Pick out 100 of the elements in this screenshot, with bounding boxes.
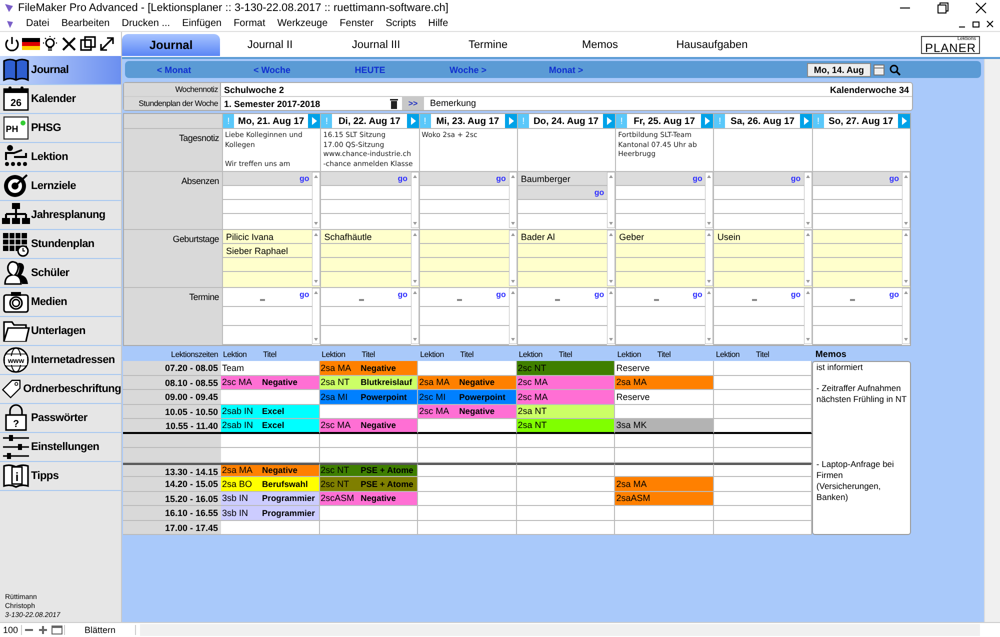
scroll-bar[interactable]	[312, 172, 320, 228]
window-icon[interactable]	[50, 624, 64, 636]
lesson-cell[interactable]: 2sc MA Negative	[418, 404, 517, 419]
lesson-cell[interactable]: 3sb IN Programmier	[221, 506, 320, 520]
sidebar-item[interactable]: Jahresplanung	[0, 201, 121, 230]
sidebar-item[interactable]: Medien	[0, 288, 121, 317]
go-link[interactable]: go	[398, 290, 408, 299]
lesson-cell[interactable]	[615, 506, 714, 520]
close-icon[interactable]	[60, 35, 78, 53]
close-icon[interactable]	[984, 18, 996, 30]
lesson-cell[interactable]: 2sc MA Negative	[320, 419, 418, 434]
lesson-cell[interactable]	[221, 520, 320, 535]
go-link[interactable]: go	[889, 174, 899, 183]
lesson-cell[interactable]	[418, 520, 517, 535]
lesson-cell[interactable]	[615, 434, 714, 448]
lesson-cell[interactable]: 2sa MA Negative	[320, 361, 418, 376]
lesson-cell[interactable]	[714, 477, 812, 492]
flag-icon[interactable]	[22, 37, 40, 51]
scroll-bar[interactable]	[902, 288, 910, 344]
lesson-cell[interactable]: 2sa NT	[516, 419, 616, 434]
lesson-cell[interactable]	[418, 361, 517, 376]
scroll-bar[interactable]	[705, 288, 714, 344]
play-icon[interactable]	[406, 114, 419, 128]
menu-item[interactable]: Scripts	[386, 18, 416, 29]
lesson-cell[interactable]	[714, 404, 812, 419]
go-link[interactable]: go	[496, 290, 506, 299]
lesson-cell[interactable]	[516, 520, 616, 535]
lesson-cell[interactable]	[714, 434, 812, 448]
go-link[interactable]: go	[594, 188, 604, 197]
sidebar-item[interactable]: Stundenplan	[0, 230, 121, 259]
lesson-cell[interactable]: 2sa MA Negative	[418, 376, 517, 390]
lesson-cell[interactable]	[615, 404, 714, 419]
lesson-cell[interactable]	[714, 361, 812, 376]
lesson-cell[interactable]	[516, 448, 616, 462]
lesson-cell[interactable]	[418, 477, 517, 492]
lesson-cell[interactable]	[714, 390, 812, 404]
lesson-cell[interactable]	[418, 448, 517, 462]
lesson-cell[interactable]: 2sa MA Negative	[221, 462, 320, 477]
scroll-bar[interactable]	[705, 230, 714, 286]
date-field[interactable]: Mo, 14. Aug	[806, 62, 871, 76]
scroll-bar[interactable]	[705, 172, 714, 228]
lesson-cell[interactable]	[418, 506, 517, 520]
lesson-cell[interactable]	[221, 434, 320, 448]
scroll-bar[interactable]	[312, 288, 320, 344]
go-link[interactable]: go	[692, 290, 702, 299]
lesson-cell[interactable]	[418, 462, 517, 477]
mode-field[interactable]: Blättern	[64, 625, 136, 635]
sidebar-item[interactable]: Ordnerbeschriftung	[0, 375, 121, 404]
menu-item[interactable]: Format	[234, 18, 266, 29]
tab[interactable]: Termine	[432, 34, 544, 56]
go-link[interactable]: go	[398, 174, 408, 183]
lesson-cell[interactable]: 3sa MK	[615, 419, 714, 434]
search-icon[interactable]	[889, 64, 901, 76]
lesson-cell[interactable]: 3sb IN Programmier	[221, 492, 320, 506]
lesson-cell[interactable]	[221, 448, 320, 462]
lesson-cell[interactable]	[418, 419, 517, 434]
lesson-cell[interactable]	[615, 448, 714, 462]
calendar-icon[interactable]	[873, 64, 885, 76]
scroll-bar[interactable]	[804, 288, 812, 344]
tab[interactable]: Hausaufgaben	[656, 34, 768, 56]
lesson-cell[interactable]: 2sa MI Powerpoint	[320, 390, 418, 404]
lesson-cell[interactable]: 2sa NT Blutkreislauf	[320, 376, 418, 390]
lesson-cell[interactable]: Team	[221, 361, 320, 376]
scroll-bar[interactable]	[607, 230, 616, 286]
lesson-cell[interactable]	[516, 477, 616, 492]
menu-item[interactable]: Fenster	[340, 18, 374, 29]
play-icon[interactable]	[504, 114, 517, 128]
sidebar-item[interactable]: Lektion	[0, 143, 121, 172]
scroll-bar[interactable]	[508, 288, 517, 344]
lesson-cell[interactable]	[714, 419, 812, 434]
lesson-cell[interactable]	[418, 492, 517, 506]
sidebar-item[interactable]: 26 Kalender	[0, 85, 121, 114]
lesson-cell[interactable]	[320, 506, 418, 520]
go-link[interactable]: go	[300, 290, 310, 299]
scroll-bar[interactable]	[607, 172, 616, 228]
memo-box[interactable]: ist informiert - Zeitraffer Aufnahmen nächsten Frühling in NT - Laptop-Anfrage bei Firmen (Versicherungen, Banken)	[812, 361, 911, 535]
lesson-cell[interactable]	[714, 462, 812, 477]
menu-item[interactable]: Bearbeiten	[61, 18, 110, 29]
go-link[interactable]: go	[594, 290, 604, 299]
lesson-cell[interactable]	[714, 448, 812, 462]
play-icon[interactable]	[898, 114, 910, 128]
lesson-cell[interactable]: 2sc NT PSE + Atome	[320, 462, 418, 477]
lesson-cell[interactable]: 2sc NT PSE + Atome	[320, 477, 418, 492]
week-note-field[interactable]: Schulwoche 2 Kalenderwoche 34	[221, 83, 912, 96]
play-icon[interactable]	[308, 114, 320, 128]
tab[interactable]: Journal	[122, 34, 220, 56]
lesson-cell[interactable]	[714, 506, 812, 520]
lesson-cell[interactable]	[516, 434, 616, 448]
lesson-cell[interactable]	[714, 492, 812, 506]
lesson-cell[interactable]: 2sc MA Negative	[221, 376, 320, 390]
tab[interactable]: Journal III	[320, 34, 432, 56]
lesson-cell[interactable]: 2sa MA	[615, 376, 714, 390]
menu-item[interactable]: Werkzeuge	[277, 18, 328, 29]
lesson-cell[interactable]: 2sab IN Excel	[221, 419, 320, 434]
play-icon[interactable]	[603, 114, 616, 128]
remark-field[interactable]: Bemerkung	[424, 97, 912, 110]
tab[interactable]: Memos	[544, 34, 656, 56]
lesson-cell[interactable]: 2sa MA	[615, 477, 714, 492]
day-note-field[interactable]	[516, 128, 616, 171]
lesson-cell[interactable]: 2saASM	[615, 492, 714, 506]
